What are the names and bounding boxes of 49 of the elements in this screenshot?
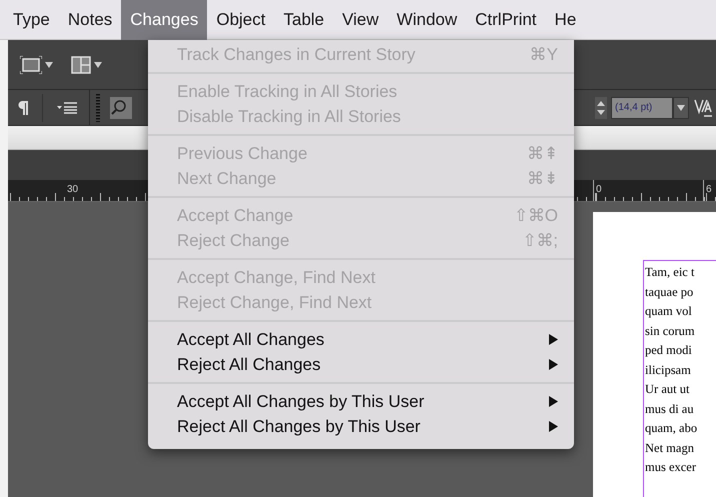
menu-bar-item[interactable]: Table xyxy=(274,0,334,40)
story-text-line: quam, abo xyxy=(645,420,698,437)
menu-bar-item[interactable]: He xyxy=(546,0,586,40)
stepper-icon[interactable] xyxy=(595,96,607,118)
dropdown-button[interactable] xyxy=(673,96,689,118)
menu-bar-item[interactable]: Changes xyxy=(121,0,208,40)
ruler-label: 30 xyxy=(67,183,78,197)
submenu-arrow-icon xyxy=(549,334,558,345)
submenu-arrow-icon xyxy=(549,421,558,432)
search-icon[interactable] xyxy=(110,96,132,118)
story-text-line: ped modi xyxy=(645,342,693,359)
leading-field[interactable]: (14,4 pt) xyxy=(611,96,673,118)
kerning-icon[interactable] xyxy=(694,98,714,118)
caret-icon xyxy=(45,62,53,68)
caret-icon xyxy=(677,104,685,110)
story-text-line: ilicipsam xyxy=(645,362,692,379)
story-text-line: mus di au xyxy=(645,400,695,418)
list-icon[interactable] xyxy=(57,102,77,114)
menu-bar-item[interactable]: Notes xyxy=(58,0,122,40)
story-text-line: Tam, eic t xyxy=(645,264,696,281)
story-text-line: sin corum xyxy=(645,322,696,340)
menu-bar-item[interactable]: Object xyxy=(207,0,274,40)
ruler-label: 6 xyxy=(706,183,712,197)
menu-bar-item[interactable]: CtrlPrint xyxy=(466,0,546,40)
story-text-line: Net magn xyxy=(645,440,695,457)
frame-icon[interactable] xyxy=(20,56,42,74)
shortcut-label: ⇧⌘O xyxy=(514,204,558,227)
menu-item[interactable]: Reject All Changes by This User xyxy=(148,414,574,439)
shortcut-label: ⇧⌘; xyxy=(522,230,558,252)
shortcut-label: ⌘⇟ xyxy=(527,168,558,190)
ruler-label: 0 xyxy=(596,183,602,197)
story-text-line: quam vol xyxy=(645,303,693,320)
menu-item[interactable]: Reject All Changes xyxy=(148,352,574,377)
menu-bar-item[interactable]: Type xyxy=(4,0,59,40)
shortcut-label: ⌘⇞ xyxy=(527,142,558,165)
menu-item[interactable]: Accept All Changes by This User xyxy=(148,389,574,414)
shortcut-label: ⌘Y xyxy=(530,44,558,66)
submenu-arrow-icon xyxy=(549,359,558,370)
layout-icon[interactable] xyxy=(71,56,91,74)
submenu-arrow-icon xyxy=(549,396,558,407)
menu-bar-item[interactable]: Window xyxy=(388,0,466,40)
story-text-line: Ur aut ut xyxy=(645,381,690,398)
story-text-line: taquae po xyxy=(645,284,694,301)
story-text-line: mus excer xyxy=(645,459,698,476)
menu-item[interactable]: Accept All Changes xyxy=(148,327,574,352)
pilcrow-icon[interactable] xyxy=(18,100,28,114)
grip-icon xyxy=(96,94,100,122)
menu-bar-item[interactable]: View xyxy=(333,0,388,40)
caret-icon xyxy=(94,62,102,68)
